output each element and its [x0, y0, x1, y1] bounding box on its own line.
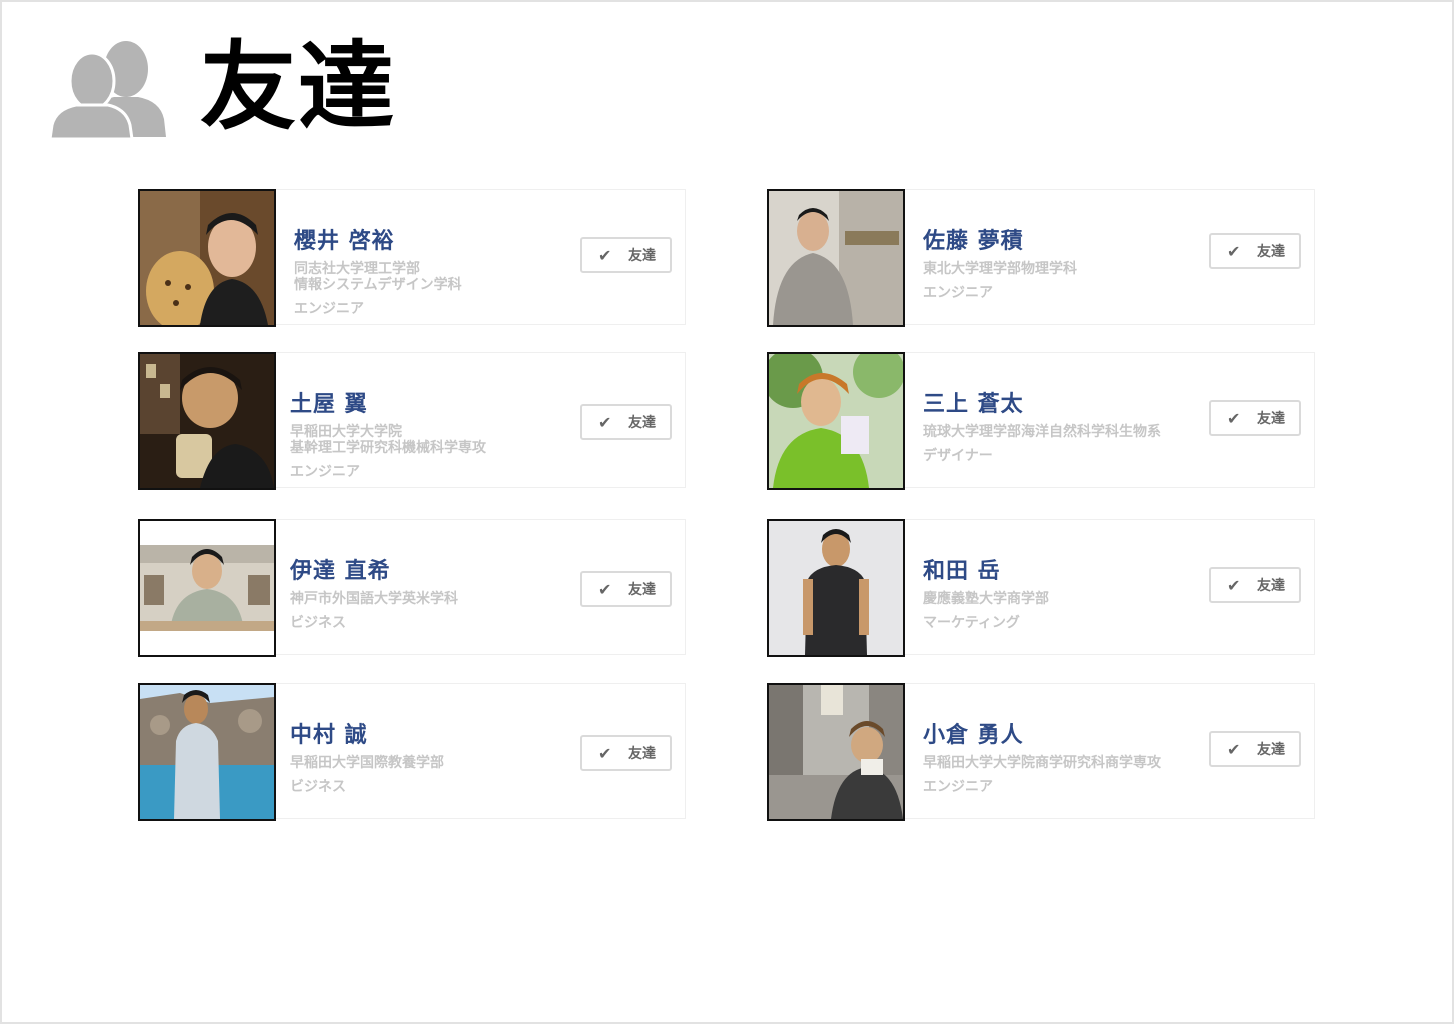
friend-info: 小倉 勇人 早稲田大学大学院商学研究科商学専攻 エンジニア [923, 723, 1193, 795]
friend-role: ビジネス [290, 779, 346, 795]
friend-status-label: 友達 [628, 415, 656, 431]
friend-status-button[interactable]: ✔ 友達 [1209, 567, 1301, 603]
friend-name[interactable]: 中村 誠 [290, 723, 560, 749]
friend-school: 神戸市外国語大学英米学科 [290, 591, 560, 607]
school-line: 早稲田大学国際教養学部 [290, 755, 444, 771]
friend-school: 同志社大学理工学部 情報システムデザイン学科 [294, 261, 564, 293]
friend-role: デザイナー [923, 448, 993, 464]
check-icon: ✔ [598, 743, 612, 763]
friend-school: 早稲田大学国際教養学部 [290, 755, 560, 771]
friend-status-button[interactable]: ✔ 友達 [1209, 233, 1301, 269]
friend-info: 三上 蒼太 琉球大学理学部海洋自然科学科生物系 デザイナー [923, 392, 1193, 464]
friend-info: 和田 岳 慶應義塾大学商学部 マーケティング [923, 559, 1193, 631]
school-line: 神戸市外国語大学英米学科 [290, 591, 458, 607]
page-title: 友達 [200, 31, 396, 143]
friend-role: エンジニア [923, 779, 993, 795]
friend-card: 佐藤 夢積 東北大学理学部物理学科 エンジニア ✔ 友達 [767, 189, 1315, 327]
friend-status-button[interactable]: ✔ 友達 [580, 735, 672, 771]
friend-status-label: 友達 [628, 582, 656, 598]
friend-status-label: 友達 [1257, 742, 1285, 758]
school-line: 同志社大学理工学部 [294, 261, 420, 277]
avatar[interactable] [767, 189, 905, 327]
school-line: 情報システムデザイン学科 [294, 277, 462, 293]
check-icon: ✔ [1227, 241, 1241, 261]
school-line: 慶應義塾大学商学部 [923, 591, 1049, 607]
friend-name[interactable]: 佐藤 夢積 [923, 229, 1193, 255]
friend-role: エンジニア [294, 301, 364, 317]
check-icon: ✔ [598, 412, 612, 432]
check-icon: ✔ [598, 579, 612, 599]
friend-info: 櫻井 啓裕 同志社大学理工学部 情報システムデザイン学科 エンジニア [294, 229, 564, 317]
avatar[interactable] [767, 683, 905, 821]
people-icon [50, 41, 166, 141]
friend-school: 慶應義塾大学商学部 [923, 591, 1193, 607]
friend-info: 中村 誠 早稲田大学国際教養学部 ビジネス [290, 723, 560, 795]
page-frame [0, 0, 1454, 1024]
friend-card: 櫻井 啓裕 同志社大学理工学部 情報システムデザイン学科 エンジニア ✔ 友達 [138, 189, 686, 327]
friend-school: 琉球大学理学部海洋自然科学科生物系 [923, 424, 1193, 440]
friend-status-label: 友達 [1257, 578, 1285, 594]
friend-card: 中村 誠 早稲田大学国際教養学部 ビジネス ✔ 友達 [138, 683, 686, 821]
school-line: 早稲田大学大学院商学研究科商学専攻 [923, 755, 1161, 771]
friend-info: 土屋 翼 早稲田大学大学院 基幹理工学研究科機械科学専攻 エンジニア [290, 392, 560, 480]
friend-card: 和田 岳 慶應義塾大学商学部 マーケティング ✔ 友達 [767, 519, 1315, 657]
friend-info: 佐藤 夢積 東北大学理学部物理学科 エンジニア [923, 229, 1193, 301]
friend-status-button[interactable]: ✔ 友達 [580, 404, 672, 440]
friend-status-label: 友達 [1257, 411, 1285, 427]
friend-status-label: 友達 [628, 248, 656, 264]
page-header: 友達 [50, 32, 396, 142]
friend-info: 伊達 直希 神戸市外国語大学英米学科 ビジネス [290, 559, 560, 631]
check-icon: ✔ [1227, 739, 1241, 759]
avatar[interactable] [138, 519, 276, 657]
friend-status-button[interactable]: ✔ 友達 [580, 237, 672, 273]
friend-status-button[interactable]: ✔ 友達 [1209, 731, 1301, 767]
friend-school: 早稲田大学大学院商学研究科商学専攻 [923, 755, 1193, 771]
friend-card: 小倉 勇人 早稲田大学大学院商学研究科商学専攻 エンジニア ✔ 友達 [767, 683, 1315, 821]
friend-role: ビジネス [290, 615, 346, 631]
avatar[interactable] [767, 519, 905, 657]
friend-name[interactable]: 小倉 勇人 [923, 723, 1193, 749]
school-line: 琉球大学理学部海洋自然科学科生物系 [923, 424, 1161, 440]
friend-card: 土屋 翼 早稲田大学大学院 基幹理工学研究科機械科学専攻 エンジニア ✔ 友達 [138, 352, 686, 490]
friend-role: エンジニア [923, 285, 993, 301]
friend-status-label: 友達 [628, 746, 656, 762]
friend-name[interactable]: 土屋 翼 [290, 392, 560, 418]
avatar[interactable] [138, 189, 276, 327]
friend-status-button[interactable]: ✔ 友達 [580, 571, 672, 607]
check-icon: ✔ [598, 245, 612, 265]
avatar[interactable] [138, 683, 276, 821]
friend-card: 三上 蒼太 琉球大学理学部海洋自然科学科生物系 デザイナー ✔ 友達 [767, 352, 1315, 490]
avatar[interactable] [767, 352, 905, 490]
friend-school: 東北大学理学部物理学科 [923, 261, 1193, 277]
friend-name[interactable]: 伊達 直希 [290, 559, 560, 585]
school-line: 基幹理工学研究科機械科学専攻 [290, 440, 486, 456]
friend-status-label: 友達 [1257, 244, 1285, 260]
friend-name[interactable]: 三上 蒼太 [923, 392, 1193, 418]
friend-name[interactable]: 和田 岳 [923, 559, 1193, 585]
friend-card: 伊達 直希 神戸市外国語大学英米学科 ビジネス ✔ 友達 [138, 519, 686, 657]
school-line: 東北大学理学部物理学科 [923, 261, 1077, 277]
friend-status-button[interactable]: ✔ 友達 [1209, 400, 1301, 436]
friend-role: マーケティング [923, 615, 1020, 631]
avatar[interactable] [138, 352, 276, 490]
check-icon: ✔ [1227, 575, 1241, 595]
friend-name[interactable]: 櫻井 啓裕 [294, 229, 564, 255]
friend-school: 早稲田大学大学院 基幹理工学研究科機械科学専攻 [290, 424, 560, 456]
school-line: 早稲田大学大学院 [290, 424, 402, 440]
friend-role: エンジニア [290, 464, 360, 480]
check-icon: ✔ [1227, 408, 1241, 428]
